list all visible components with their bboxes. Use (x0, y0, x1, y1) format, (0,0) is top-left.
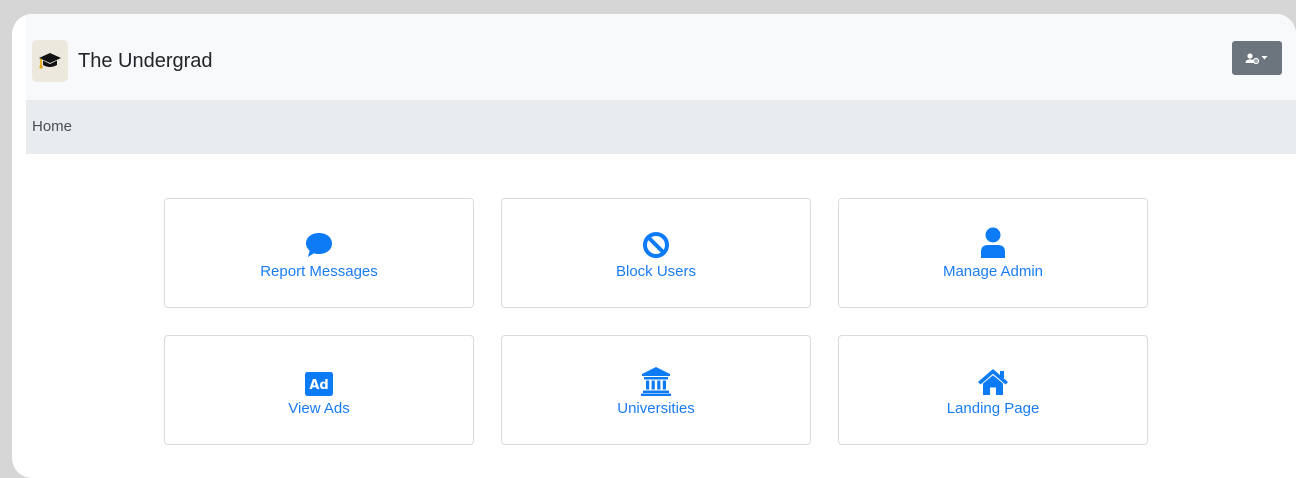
brand[interactable]: The Undergrad (32, 40, 213, 82)
card-label: Landing Page (946, 399, 1040, 417)
report-messages-card[interactable]: Report Messages (164, 198, 474, 308)
card-label: Universities (617, 399, 695, 417)
university-icon (641, 364, 671, 396)
card-label: View Ads (288, 399, 350, 417)
brand-name: The Undergrad (78, 49, 213, 72)
navbar: The Undergrad (26, 14, 1296, 100)
view-ads-card[interactable]: Ad View Ads (164, 335, 474, 445)
block-users-card[interactable]: Block Users (501, 198, 811, 308)
breadcrumb: Home (26, 100, 1296, 154)
caret-down-icon (1261, 56, 1268, 60)
universities-card[interactable]: Universities (501, 335, 811, 445)
card-label: Manage Admin (942, 262, 1044, 280)
ad-icon: Ad (305, 364, 333, 396)
landing-page-card[interactable]: Landing Page (838, 335, 1148, 445)
app-window: The Undergrad Home Report Messages Block… (12, 14, 1296, 478)
manage-admin-card[interactable]: Manage Admin (838, 198, 1148, 308)
user-cog-icon (1245, 53, 1268, 65)
speech-bubble-icon (304, 227, 334, 259)
user-icon (980, 227, 1006, 259)
home-icon (977, 364, 1009, 396)
ban-icon (642, 227, 670, 259)
svg-text:Ad: Ad (309, 378, 328, 393)
graduation-cap-icon (32, 40, 68, 82)
admin-menu-button[interactable] (1232, 41, 1282, 75)
breadcrumb-item-home[interactable]: Home (32, 118, 72, 135)
card-label: Report Messages (260, 262, 378, 280)
card-label: Block Users (615, 262, 697, 280)
